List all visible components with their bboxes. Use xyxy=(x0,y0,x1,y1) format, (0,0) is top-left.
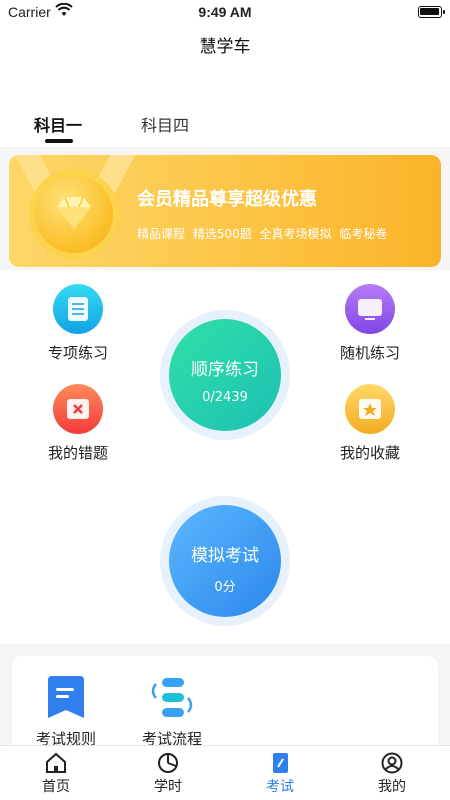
banner-headline: 会员精品尊享超级优惠 xyxy=(137,189,317,210)
diamond-medal-icon xyxy=(29,169,119,259)
document-icon xyxy=(53,284,103,334)
tab-active-indicator xyxy=(45,139,73,143)
tabbar-study-hours-label: 学时 xyxy=(154,779,182,795)
tabbar-home-label: 首页 xyxy=(42,779,70,795)
home-icon xyxy=(46,752,66,773)
exam-process-button[interactable]: 考试流程 xyxy=(122,676,222,749)
mock-exam-circle: 模拟考试 0分 xyxy=(169,505,281,617)
user-icon xyxy=(381,752,403,774)
pie-clock-icon xyxy=(158,753,178,773)
my-favorites-button[interactable]: 我的收藏 xyxy=(320,384,420,463)
tabbar-study-hours[interactable]: 学时 xyxy=(112,752,224,796)
page-title: 慧学车 xyxy=(199,37,251,57)
random-practice-button[interactable]: 随机练习 xyxy=(320,284,420,363)
rules-doc-icon xyxy=(48,676,84,718)
tabbar-home[interactable]: 首页 xyxy=(0,752,112,796)
bottom-tab-bar: 首页 学时 考试 我的 xyxy=(0,745,450,800)
special-practice-button[interactable]: 专项练习 xyxy=(28,284,128,363)
tabbar-mine[interactable]: 我的 xyxy=(336,752,448,796)
battery-icon xyxy=(418,6,445,18)
subject-tabs: 科目一 科目四 xyxy=(0,100,450,146)
exam-book-icon xyxy=(273,753,288,773)
exam-rules-button[interactable]: 考试规则 xyxy=(16,676,116,749)
sequential-practice-circle: 顺序练习 0/2439 xyxy=(169,319,281,431)
vip-banner[interactable]: 会员精品尊享超级优惠 精品课程 精选500题 全真考场模拟 临考秘卷 xyxy=(9,155,441,267)
tabbar-mine-label: 我的 xyxy=(378,779,406,795)
practice-panel: 专项练习 随机练习 我的错题 我的收藏 顺序练习 0/2439 模拟考试 0分 xyxy=(0,270,450,644)
star-folder-icon xyxy=(345,384,395,434)
mock-exam-score: 0分 xyxy=(214,580,236,595)
exam-info-card: 考试规则 考试流程 xyxy=(12,656,438,756)
my-favorites-label: 我的收藏 xyxy=(339,444,400,462)
sequential-progress: 0/2439 xyxy=(202,390,248,405)
sequential-practice-label: 顺序练习 xyxy=(191,360,259,380)
tab-subject-one[interactable]: 科目一 xyxy=(34,112,82,136)
mock-exam-button[interactable]: 模拟考试 0分 xyxy=(160,496,290,626)
random-practice-label: 随机练习 xyxy=(339,344,400,362)
tab-subject-four[interactable]: 科目四 xyxy=(141,112,189,136)
mistake-box-icon xyxy=(53,384,103,434)
banner-features: 精品课程 精选500题 全真考场模拟 临考秘卷 xyxy=(137,227,388,241)
special-practice-label: 专项练习 xyxy=(47,344,108,362)
monitor-icon xyxy=(345,284,395,334)
my-mistakes-button[interactable]: 我的错题 xyxy=(28,384,128,463)
my-mistakes-label: 我的错题 xyxy=(47,444,108,462)
sequential-practice-button[interactable]: 顺序练习 0/2439 xyxy=(160,310,290,440)
clock-time: 9:49 AM xyxy=(198,4,252,20)
status-bar: Carrier 9:49 AM xyxy=(0,0,450,24)
tabbar-exam[interactable]: 考试 xyxy=(224,752,336,796)
tabbar-exam-label: 考试 xyxy=(266,779,294,795)
mock-exam-label: 模拟考试 xyxy=(191,546,259,566)
flow-icon xyxy=(151,678,193,717)
